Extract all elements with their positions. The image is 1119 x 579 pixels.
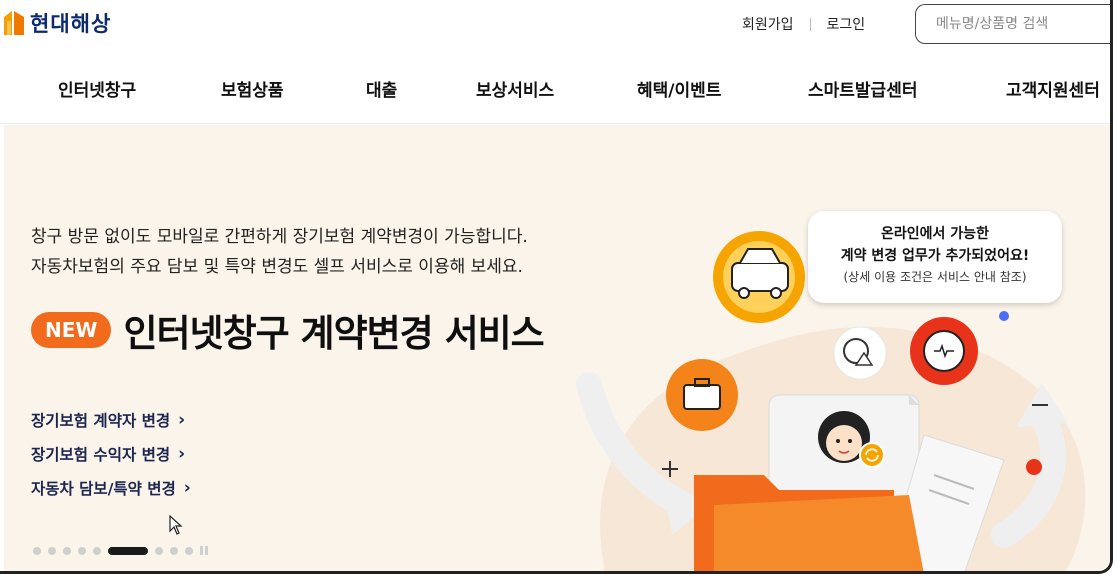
carousel-dot-active[interactable] (108, 546, 148, 555)
hero-desc-line: 자동차보험의 주요 담보 및 특약 변경도 셀프 서비스로 이용해 보세요. (31, 257, 523, 277)
header: 현대해상 회원가입 로그인 (0, 0, 1110, 50)
main-nav: 인터넷창구 보험상품 대출 보상서비스 혜택/이벤트 스마트발급센터 고객지원센… (0, 52, 1110, 124)
nav-item-customer-support[interactable]: 고객지원센터 (1006, 76, 1100, 101)
hero-illustration (564, 205, 1110, 571)
logo[interactable]: 현대해상 (4, 8, 111, 38)
illustration-graphic (576, 231, 1086, 571)
utility-links: 회원가입 로그인 (742, 14, 865, 34)
nav-item-claims-service[interactable]: 보상서비스 (476, 76, 554, 101)
hero-title: 인터넷창구 계약변경 서비스 (123, 312, 544, 355)
carousel-dot[interactable] (93, 546, 101, 555)
search-input[interactable] (916, 5, 1110, 43)
chevron-right-icon: › (178, 410, 186, 430)
hero-headline: NEW 인터넷창구 계약변경 서비스 (31, 303, 545, 357)
mouse-cursor-icon (169, 515, 183, 535)
signup-link[interactable]: 회원가입 (742, 14, 794, 34)
carousel-indicators (33, 546, 208, 555)
hero-links: 장기보험 계약자 변경 › 장기보험 수익자 변경 › 자동차 담보/특약 변경… (31, 403, 191, 505)
logo-text: 현대해상 (30, 12, 112, 36)
nav-item-benefits-events[interactable]: 혜택/이벤트 (637, 76, 721, 101)
divider (809, 17, 811, 31)
carousel-dot[interactable] (78, 546, 86, 555)
hero-description: 창구 방문 없이도 모바일로 간편하게 장기보험 계약변경이 가능합니다. 자동… (31, 222, 528, 282)
chevron-right-icon: › (178, 444, 186, 464)
link-beneficiary-change[interactable]: 장기보험 수익자 변경 › (31, 437, 191, 471)
chevron-right-icon: › (183, 478, 191, 498)
pause-icon[interactable] (200, 546, 208, 555)
carousel-dot[interactable] (185, 546, 193, 555)
link-auto-coverage-change[interactable]: 자동차 담보/특약 변경 › (31, 471, 191, 505)
browser-frame: 현대해상 회원가입 로그인 인터넷창구 보험상품 대출 보상서비스 혜택/이벤트… (0, 0, 1113, 574)
link-label: 장기보험 계약자 변경 (31, 412, 171, 430)
carousel-dot[interactable] (33, 546, 41, 555)
nav-item-insurance-products[interactable]: 보험상품 (221, 76, 284, 101)
nav-item-smart-issuance[interactable]: 스마트발급센터 (808, 76, 917, 101)
link-policyholder-change[interactable]: 장기보험 계약자 변경 › (31, 403, 191, 437)
search-box (915, 4, 1110, 44)
carousel-dot[interactable] (48, 546, 56, 555)
login-link[interactable]: 로그인 (827, 14, 866, 34)
new-badge: NEW (31, 312, 112, 348)
carousel-dot[interactable] (155, 546, 163, 555)
link-label: 장기보험 수익자 변경 (31, 446, 171, 464)
carousel-dot[interactable] (63, 546, 71, 555)
hero-banner: 창구 방문 없이도 모바일로 간편하게 장기보험 계약변경이 가능합니다. 자동… (4, 125, 1110, 571)
carousel-dot[interactable] (170, 546, 178, 555)
logo-mark-icon (4, 11, 24, 35)
hero-desc-line: 창구 방문 없이도 모바일로 간편하게 장기보험 계약변경이 가능합니다. (31, 227, 528, 247)
link-label: 자동차 담보/특약 변경 (31, 480, 176, 498)
nav-item-internet-window[interactable]: 인터넷창구 (58, 76, 136, 101)
nav-item-loan[interactable]: 대출 (366, 76, 397, 101)
